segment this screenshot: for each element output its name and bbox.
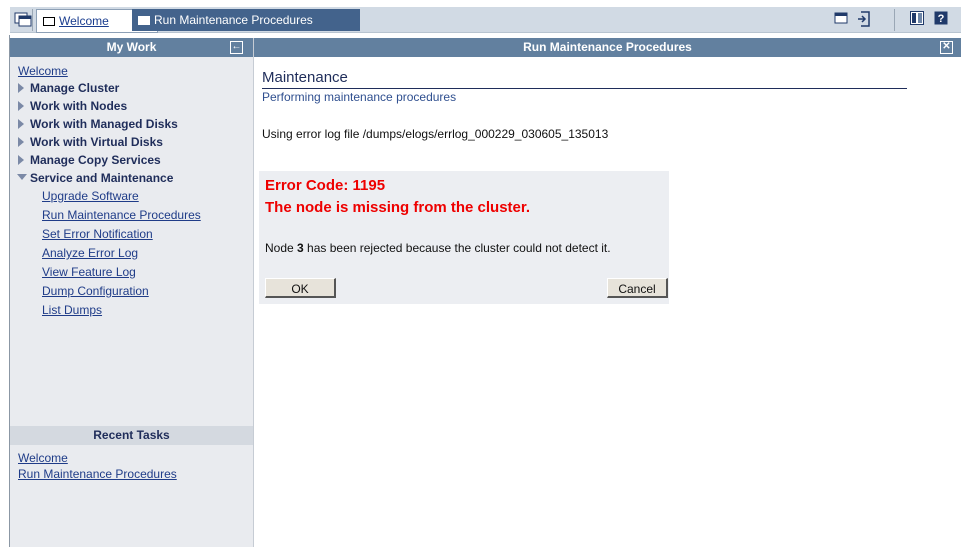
tab-welcome-label: Welcome [59,14,109,28]
recent-task-welcome[interactable]: Welcome [18,450,253,466]
sidebar-item-work-with-virtual-disks[interactable]: Work with Virtual Disks [18,133,253,151]
recent-tasks-panel: Recent Tasks Welcome Run Maintenance Pro… [10,426,253,482]
error-message: The node is missing from the cluster. [265,199,531,216]
sidebar-subitem-dump-configuration[interactable]: Dump Configuration [18,282,253,301]
sidebar-subitem-run-maintenance-procedures[interactable]: Run Maintenance Procedures [18,206,253,225]
sidebar-subitem-view-feature-log[interactable]: View Feature Log [18,263,253,282]
sidebar-item-work-with-nodes[interactable]: Work with Nodes [18,97,253,115]
tab-run-maintenance[interactable]: Run Maintenance Procedures [132,9,360,31]
left-frame-bar [0,35,10,547]
windows-icon[interactable] [14,10,32,28]
tile-icon[interactable] [910,11,924,28]
node-message: Node 3 has been rejected because the clu… [265,241,611,255]
sidebar-section-label: Manage Cluster [30,81,120,95]
sidebar-item-manage-copy-services[interactable]: Manage Copy Services [18,151,253,169]
main-content: Maintenance Performing maintenance proce… [262,68,907,141]
cancel-button[interactable]: Cancel [607,278,668,298]
sidebar-header: My Work ← [10,38,253,57]
divider [894,9,895,31]
page-subtitle: Performing maintenance procedures [262,90,457,104]
sidebar-item-work-with-managed-disks[interactable]: Work with Managed Disks [18,115,253,133]
tab-run-maintenance-label: Run Maintenance Procedures [154,13,313,27]
expand-arrow-icon [18,119,24,129]
sidebar-section-label: Manage Copy Services [30,153,161,167]
sidebar-section-label: Work with Nodes [30,99,128,113]
recent-tasks-header: Recent Tasks [10,426,253,445]
sidebar-item-service-and-maintenance[interactable]: Service and Maintenance [17,169,253,187]
sidebar-title: My Work [106,40,157,54]
expand-arrow-icon [18,83,24,93]
logout-icon[interactable] [857,11,871,30]
sidebar-section-label: Work with Managed Disks [30,117,178,131]
sidebar-section-label: Service and Maintenance [30,171,174,185]
sidebar-subitem-upgrade-software[interactable]: Upgrade Software [18,187,253,206]
collapse-icon[interactable]: ← [230,41,243,54]
sidebar-subitem-list-dumps[interactable]: List Dumps [18,301,253,320]
divider [32,9,33,31]
sidebar-item-manage-cluster[interactable]: Manage Cluster [18,79,253,97]
main-header: Run Maintenance Procedures ✕ [254,38,961,57]
sidebar-section-label: Work with Virtual Disks [30,135,163,149]
sidebar-item-welcome[interactable]: Welcome [18,63,253,79]
window-icon[interactable] [834,11,848,28]
sidebar-subitem-set-error-notification[interactable]: Set Error Notification [18,225,253,244]
recent-task-run-maintenance[interactable]: Run Maintenance Procedures [18,466,253,482]
node-message-suffix: has been rejected because the cluster co… [303,241,611,255]
recent-tasks-list: Welcome Run Maintenance Procedures [10,445,253,482]
page-title: Maintenance [262,68,907,89]
svg-text:?: ? [938,13,945,25]
error-code: Error Code: 1195 [265,177,386,194]
sidebar-subitem-analyze-error-log[interactable]: Analyze Error Log [18,244,253,263]
error-dialog: Error Code: 1195 The node is missing fro… [259,171,669,304]
collapse-arrow-icon [17,174,27,180]
expand-arrow-icon [18,137,24,147]
expand-arrow-icon [18,155,24,165]
error-log-file-text: Using error log file /dumps/elogs/errlog… [262,127,609,141]
top-bar: Welcome Run Maintenance Procedures ? [0,0,961,35]
window-icon [43,17,55,26]
window-icon [138,16,150,25]
node-message-prefix: Node [265,241,298,255]
help-icon[interactable]: ? [934,11,948,28]
node-number: 3 [297,241,304,255]
sidebar-nav: Welcome Manage Cluster Work with Nodes W… [10,57,253,320]
ok-button[interactable]: OK [265,278,336,298]
main-header-title: Run Maintenance Procedures [523,40,692,54]
expand-arrow-icon [18,101,24,111]
close-icon[interactable]: ✕ [940,41,953,54]
